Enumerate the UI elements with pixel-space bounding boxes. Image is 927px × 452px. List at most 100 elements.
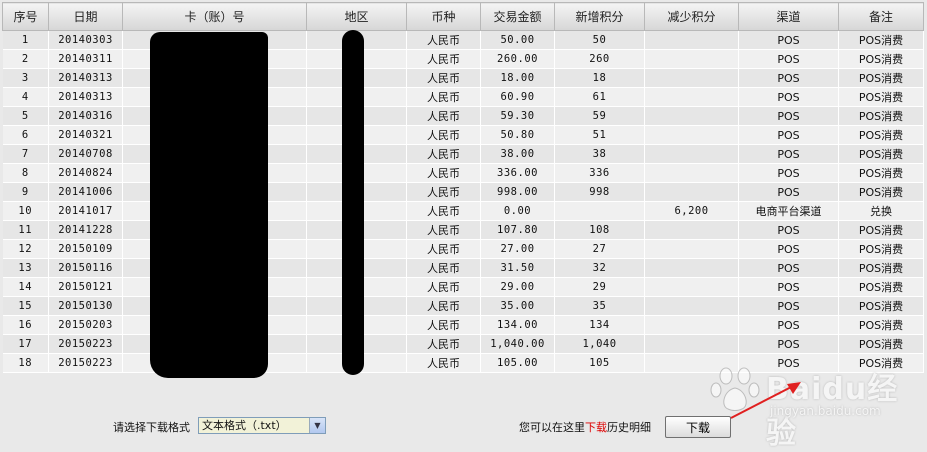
table-cell: POS消费: [838, 163, 924, 183]
table-cell: 51: [554, 125, 645, 145]
table-cell: POS消费: [838, 220, 924, 240]
table-cell: 18: [2, 353, 49, 373]
table-cell: [644, 258, 739, 278]
table-row: 18 20150223 人民币 105.00 105 POS POS消费: [2, 353, 924, 373]
table-cell: POS: [738, 239, 839, 259]
chevron-down-icon[interactable]: ▼: [309, 418, 325, 433]
table-cell: 8: [2, 163, 49, 183]
table-cell: [644, 144, 739, 164]
table-cell: POS: [738, 258, 839, 278]
table-cell: 人民币: [406, 334, 481, 354]
table-cell: 20140303: [48, 30, 123, 50]
table-cell: 人民币: [406, 201, 481, 221]
table-cell: 人民币: [406, 353, 481, 373]
table-cell: POS: [738, 277, 839, 297]
column-header: 序号: [2, 2, 49, 31]
table-row: 15 20150130 人民币 35.00 35 POS POS消费: [2, 296, 924, 316]
history-download-text: 您可以在这里下载历史明细: [519, 419, 651, 435]
table-cell: 电商平台渠道: [738, 201, 839, 221]
table-cell: 6,200: [644, 201, 739, 221]
table-cell: [644, 315, 739, 335]
table-cell: 50.00: [480, 30, 555, 50]
table-cell: POS消费: [838, 106, 924, 126]
table-cell: [644, 296, 739, 316]
table-cell: 人民币: [406, 68, 481, 88]
history-prefix: 您可以在这里: [519, 421, 585, 434]
table-cell: POS消费: [838, 258, 924, 278]
table-cell: 260.00: [480, 49, 555, 69]
table-cell: 人民币: [406, 220, 481, 240]
column-header: 卡（账）号: [122, 2, 307, 31]
table-cell: 38: [554, 144, 645, 164]
table-cell: [644, 106, 739, 126]
table-cell: 20141017: [48, 201, 123, 221]
table-cell: 人民币: [406, 277, 481, 297]
table-cell: [644, 163, 739, 183]
table-cell: POS: [738, 334, 839, 354]
table-cell: POS: [738, 315, 839, 335]
table-row: 10 20141017 人民币 0.00 6,200 电商平台渠道 兑换: [2, 201, 924, 221]
table-cell: 18: [554, 68, 645, 88]
table-cell: 10: [2, 201, 49, 221]
table-cell: POS消费: [838, 277, 924, 297]
table-cell: 人民币: [406, 106, 481, 126]
table-cell: POS消费: [838, 334, 924, 354]
table-cell: POS消费: [838, 182, 924, 202]
download-button[interactable]: 下载: [665, 416, 731, 438]
redaction-region: [342, 30, 364, 375]
table-cell: 人民币: [406, 239, 481, 259]
table-row: 13 20150116 人民币 31.50 32 POS POS消费: [2, 258, 924, 278]
history-download-link[interactable]: 下载: [585, 421, 607, 434]
table-cell: 20140313: [48, 87, 123, 107]
table-cell: 31.50: [480, 258, 555, 278]
table-row: 16 20150203 人民币 134.00 134 POS POS消费: [2, 315, 924, 335]
table-cell: 人民币: [406, 258, 481, 278]
table-cell: 20150130: [48, 296, 123, 316]
table-cell: 20140708: [48, 144, 123, 164]
table-cell: POS: [738, 296, 839, 316]
table-cell: POS消费: [838, 49, 924, 69]
download-format-select[interactable]: 文本格式（.txt） ▼: [198, 417, 326, 434]
table-cell: 7: [2, 144, 49, 164]
table-cell: 107.80: [480, 220, 555, 240]
table-cell: 人民币: [406, 49, 481, 69]
table-cell: 16: [2, 315, 49, 335]
download-format-selected: 文本格式（.txt）: [202, 419, 287, 432]
table-cell: 3: [2, 68, 49, 88]
table-cell: [644, 334, 739, 354]
table-cell: 336.00: [480, 163, 555, 183]
table-cell: POS消费: [838, 68, 924, 88]
table-cell: 20150223: [48, 334, 123, 354]
table-cell: 134.00: [480, 315, 555, 335]
column-header: 交易金额: [480, 2, 555, 31]
column-header: 减少积分: [644, 2, 739, 31]
table-cell: 336: [554, 163, 645, 183]
table-cell: POS: [738, 144, 839, 164]
table-cell: [644, 239, 739, 259]
table-cell: [554, 201, 645, 221]
table-cell: 35: [554, 296, 645, 316]
table-cell: POS消费: [838, 87, 924, 107]
table-cell: 59: [554, 106, 645, 126]
table-cell: POS: [738, 68, 839, 88]
table-cell: [644, 220, 739, 240]
table-cell: 14: [2, 277, 49, 297]
table-cell: POS: [738, 353, 839, 373]
column-header: 新增积分: [554, 2, 645, 31]
table-cell: 20140313: [48, 68, 123, 88]
table-cell: 20150121: [48, 277, 123, 297]
table-cell: 20150109: [48, 239, 123, 259]
table-row: 2 20140311 人民币 260.00 260 POS POS消费: [2, 49, 924, 69]
table-row: 12 20150109 人民币 27.00 27 POS POS消费: [2, 239, 924, 259]
table-cell: 9: [2, 182, 49, 202]
table-cell: [644, 49, 739, 69]
table-cell: 260: [554, 49, 645, 69]
table-cell: POS: [738, 125, 839, 145]
table-cell: POS: [738, 30, 839, 50]
table-cell: 18.00: [480, 68, 555, 88]
table-cell: 20140824: [48, 163, 123, 183]
table-cell: 20141006: [48, 182, 123, 202]
table-row: 11 20141228 人民币 107.80 108 POS POS消费: [2, 220, 924, 240]
table-cell: 35.00: [480, 296, 555, 316]
table-cell: 4: [2, 87, 49, 107]
